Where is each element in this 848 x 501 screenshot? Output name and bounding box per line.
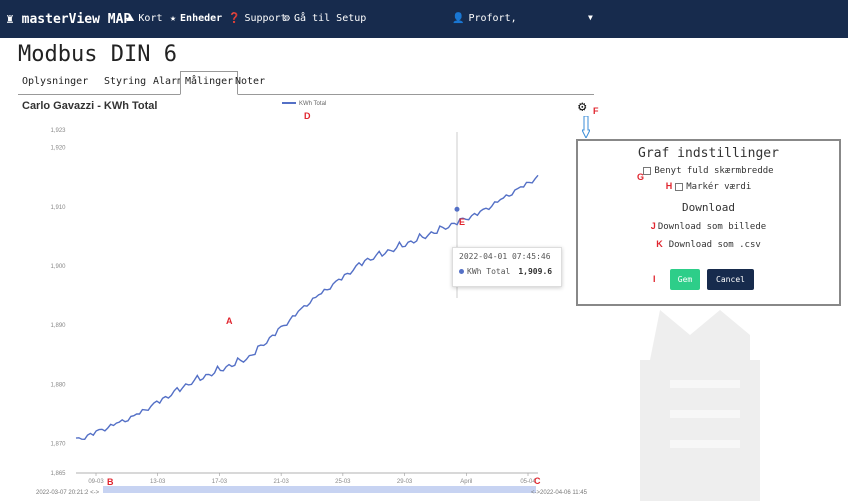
user-icon: 👤 [452, 13, 465, 24]
page-title: Modbus DIN 6 [18, 42, 177, 67]
chart-legend[interactable]: KWh Total [282, 101, 326, 107]
full-width-checkbox[interactable] [643, 166, 652, 175]
tooltip-series: KWh Total [467, 267, 511, 276]
nav-label-setup: Gå til Setup [294, 13, 367, 24]
tooltip-dot [459, 269, 464, 274]
download-csv-label: Download som .csv [668, 240, 761, 250]
full-width-label: Benyt fuld skærmbredde [654, 166, 774, 176]
mark-value-checkbox[interactable] [675, 182, 684, 191]
tab-malinger[interactable]: Målinger [180, 71, 239, 95]
annotation-f: F [593, 106, 599, 116]
annotation-h: H [665, 181, 673, 191]
caret-down-icon[interactable]: ▼ [588, 13, 593, 22]
line-chart[interactable]: 1,865 1,870 1,880 1,890 1,900 1,910 1,920 1,923… [0, 118, 600, 486]
annotation-e: E [459, 217, 466, 227]
gear-icon[interactable]: ⚙ [578, 99, 586, 115]
x-tick-label: 17-03 [212, 479, 228, 485]
legend-label: KWh Total [299, 101, 327, 107]
brand[interactable]: ♜ masterView MAP [6, 12, 131, 27]
legend-swatch [282, 102, 296, 105]
download-image-link[interactable]: J Download som billede [578, 221, 839, 232]
annotation-i: I [653, 274, 656, 284]
star-icon: ★ [170, 13, 177, 24]
nav-item-setup[interactable]: ⚙ Gå til Setup [284, 13, 366, 24]
nav-item-kort[interactable]: ⛰ Kort [126, 13, 163, 24]
chart-tooltip: 2022-04-01 07:45:46 KWh Total 1,909.6 [452, 247, 562, 287]
top-navbar: ♜ masterView MAP ⛰ Kort ★ Enheder ❓ Support… [0, 0, 848, 38]
tower-icon: ♜ [6, 12, 14, 27]
tooltip-date: 2022-04-01 07:45:46 [459, 252, 551, 261]
x-tick-label: 25-03 [335, 479, 351, 485]
y-tick-label: 1,910 [50, 205, 66, 211]
annotation-j: J [650, 221, 656, 231]
nav-label-kort: Kort [138, 13, 163, 24]
tab-styring[interactable]: Styring [100, 72, 150, 92]
cogs-icon: ⚙ [284, 13, 291, 24]
mark-value-option[interactable]: H Markér værdi [578, 181, 839, 192]
y-tick-label: 1,900 [50, 264, 66, 270]
user-menu[interactable]: 👤 Profort, [452, 13, 517, 24]
tab-oplysninger[interactable]: Oplysninger [18, 72, 92, 92]
tower-watermark [640, 310, 760, 501]
user-name: Profort, [468, 13, 517, 24]
slider-end-label: <->2022-04-06 11:45 [531, 490, 587, 496]
annotation-a: A [226, 316, 233, 326]
brand-label: masterView MAP [21, 12, 132, 27]
help-icon: ❓ [228, 13, 241, 24]
full-width-option[interactable]: Benyt fuld skærmbredde [578, 166, 839, 176]
y-tick-label: 1,890 [50, 323, 66, 329]
slider-handle-left-icon[interactable]: <-> [90, 490, 99, 496]
y-tick-label: 1,870 [50, 441, 66, 447]
map-icon: ⛰ [126, 13, 135, 24]
slider-start-label: 2022-03-07 20:21:2 <-> [36, 490, 100, 496]
save-button[interactable]: Gem [670, 269, 700, 290]
tab-bar: Oplysninger Styring Alarmer Målinger Not… [18, 71, 594, 95]
annotation-g: G [637, 172, 645, 182]
download-csv-link[interactable]: K Download som .csv [578, 239, 839, 250]
slider-handle-right-icon[interactable]: <-> [531, 490, 540, 496]
y-tick-label: 1,923 [50, 128, 66, 134]
nav-item-enheder[interactable]: ★ Enheder [170, 13, 222, 24]
settings-title: Graf indstillinger [638, 146, 779, 161]
x-tick-label: 29-03 [397, 479, 413, 485]
chart-title: Carlo Gavazzi - KWh Total [22, 100, 158, 112]
download-image-label: Download som billede [657, 222, 767, 232]
annotation-d: D [304, 111, 311, 121]
download-title: Download [682, 201, 735, 214]
mark-value-label: Markér værdi [686, 182, 752, 192]
y-tick-label: 1,880 [50, 382, 66, 388]
series-line-kwh-total[interactable] [75, 174, 539, 441]
annotation-k: K [656, 239, 663, 249]
nav-item-support[interactable]: ❓ Support [228, 13, 287, 24]
zoom-slider[interactable] [103, 486, 536, 493]
x-tick-label: 09-03 [88, 479, 104, 485]
annotation-c: C [534, 476, 541, 486]
x-tick-label: April [460, 479, 472, 485]
x-tick-label: 21-03 [273, 479, 289, 485]
tab-noter[interactable]: Noter [231, 72, 269, 92]
nav-label-support: Support [244, 13, 287, 24]
x-tick-label: 13-03 [150, 479, 166, 485]
highlight-point[interactable] [454, 206, 460, 212]
graph-settings-panel: Graf indstillinger Benyt fuld skærmbredd… [576, 139, 841, 306]
tooltip-value: 1,909.6 [518, 267, 553, 276]
nav-label-enheder: Enheder [180, 13, 223, 24]
y-tick-label: 1,920 [50, 146, 66, 152]
cancel-button[interactable]: Cancel [707, 269, 754, 290]
y-tick-label: 1,865 [50, 471, 66, 477]
